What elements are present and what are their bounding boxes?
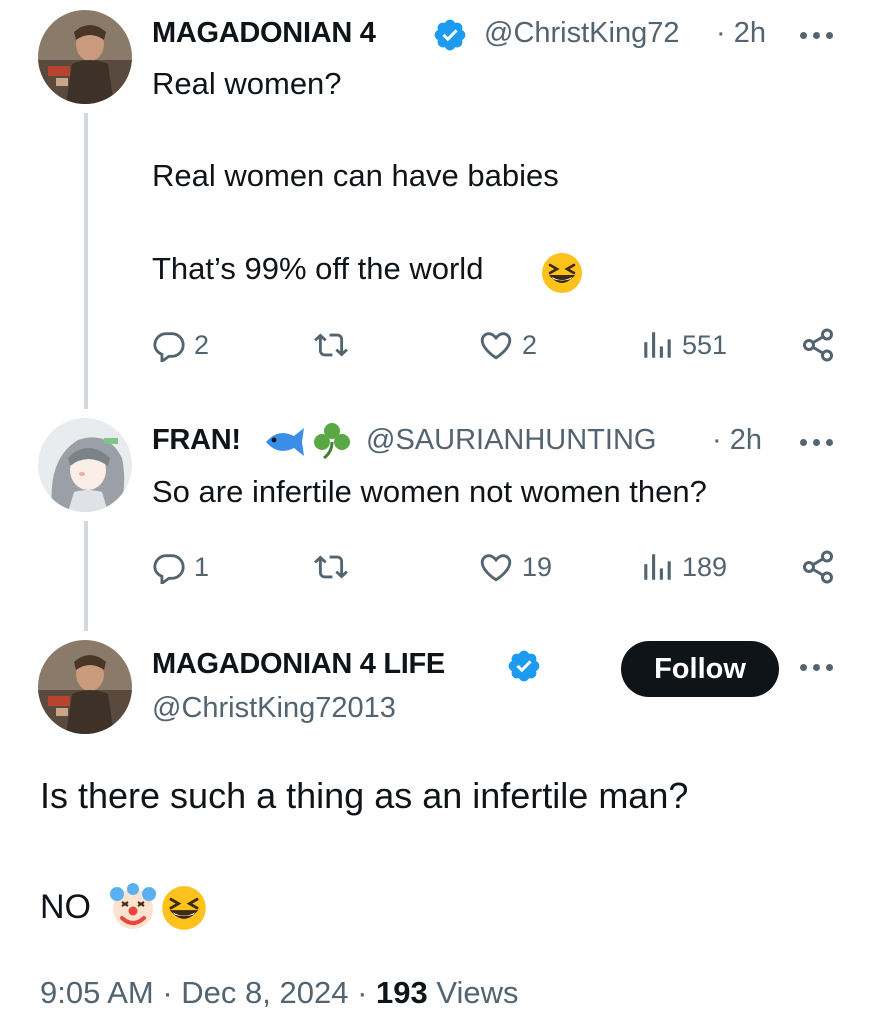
view-count: 189 <box>682 551 728 582</box>
more-dots-icon[interactable] <box>800 30 834 40</box>
clown-emoji-icon <box>110 883 156 929</box>
view-count: 551 <box>682 329 728 360</box>
like-button[interactable]: 19 <box>478 549 552 585</box>
views-button[interactable]: 189 <box>640 549 727 585</box>
views-button[interactable]: 551 <box>640 327 727 363</box>
shamrock-emoji-icon <box>314 423 350 460</box>
avatar-image <box>38 10 132 104</box>
author-name[interactable]: FRAN! <box>152 424 241 457</box>
reply-button[interactable]: 2 <box>152 327 209 363</box>
fish-emoji-icon <box>266 428 304 456</box>
share-button[interactable] <box>800 327 836 363</box>
views-count: 193 <box>376 975 428 1010</box>
author-handle[interactable]: @SAURIANHUNTING <box>366 424 656 457</box>
heart-icon <box>480 332 512 360</box>
share-icon <box>803 328 833 362</box>
retweet-icon <box>314 555 348 579</box>
avatar-image <box>38 418 132 512</box>
avatar[interactable] <box>38 418 132 512</box>
more-dots-icon[interactable] <box>800 662 834 672</box>
like-count: 2 <box>522 329 538 360</box>
author-name[interactable]: MAGADONIAN 4 <box>152 17 376 50</box>
retweet-button[interactable] <box>312 549 350 585</box>
like-button[interactable]: 2 <box>478 327 537 363</box>
share-button[interactable] <box>800 549 836 585</box>
views-bar-icon <box>644 332 671 358</box>
tweet-meta: 9:05 AM · Dec 8, 2024 · 193 Views <box>40 975 519 1011</box>
reply-icon <box>153 554 185 584</box>
avatar-image <box>38 640 132 734</box>
avatar[interactable] <box>38 640 132 734</box>
heart-icon <box>480 554 512 582</box>
tweet-text-line: Real women? <box>152 66 342 101</box>
tweet-timestamp[interactable]: 9:05 AM · Dec 8, 2024 · <box>40 975 367 1010</box>
reply-icon <box>153 332 185 362</box>
tweet-text-line: Real women can have babies <box>152 158 559 193</box>
views-label: Views <box>436 975 519 1010</box>
laughing-emoji-icon <box>542 253 582 293</box>
views-bar-icon <box>644 554 671 580</box>
share-icon <box>803 550 833 584</box>
tweet-text-line: Is there such a thing as an infertile ma… <box>40 775 689 816</box>
author-handle[interactable]: @ChristKing72013 <box>152 692 396 725</box>
reply-count: 2 <box>194 329 210 360</box>
like-count: 19 <box>522 551 553 582</box>
retweet-icon <box>314 333 348 357</box>
avatar[interactable] <box>38 10 132 104</box>
tweet-time[interactable]: · 2h <box>712 424 762 457</box>
laughing-emoji-icon <box>162 886 206 930</box>
tweet-text-line: NO <box>40 888 91 926</box>
reply-button[interactable]: 1 <box>152 549 209 585</box>
tweet-text: So are infertile women not women then? <box>152 474 707 509</box>
thread-line <box>84 521 88 631</box>
reply-count: 1 <box>194 551 210 582</box>
verified-badge-icon <box>434 19 466 51</box>
author-name[interactable]: MAGADONIAN 4 LIFE <box>152 648 445 681</box>
thread-line <box>84 113 88 409</box>
verified-badge-icon <box>508 650 540 682</box>
more-dots-icon[interactable] <box>800 437 834 447</box>
tweet-time[interactable]: · 2h <box>716 17 766 50</box>
author-handle[interactable]: @ChristKing72 <box>484 17 679 50</box>
tweet-text-line: That’s 99% off the world <box>152 251 484 286</box>
retweet-button[interactable] <box>312 327 350 363</box>
follow-button[interactable]: Follow <box>621 641 779 697</box>
